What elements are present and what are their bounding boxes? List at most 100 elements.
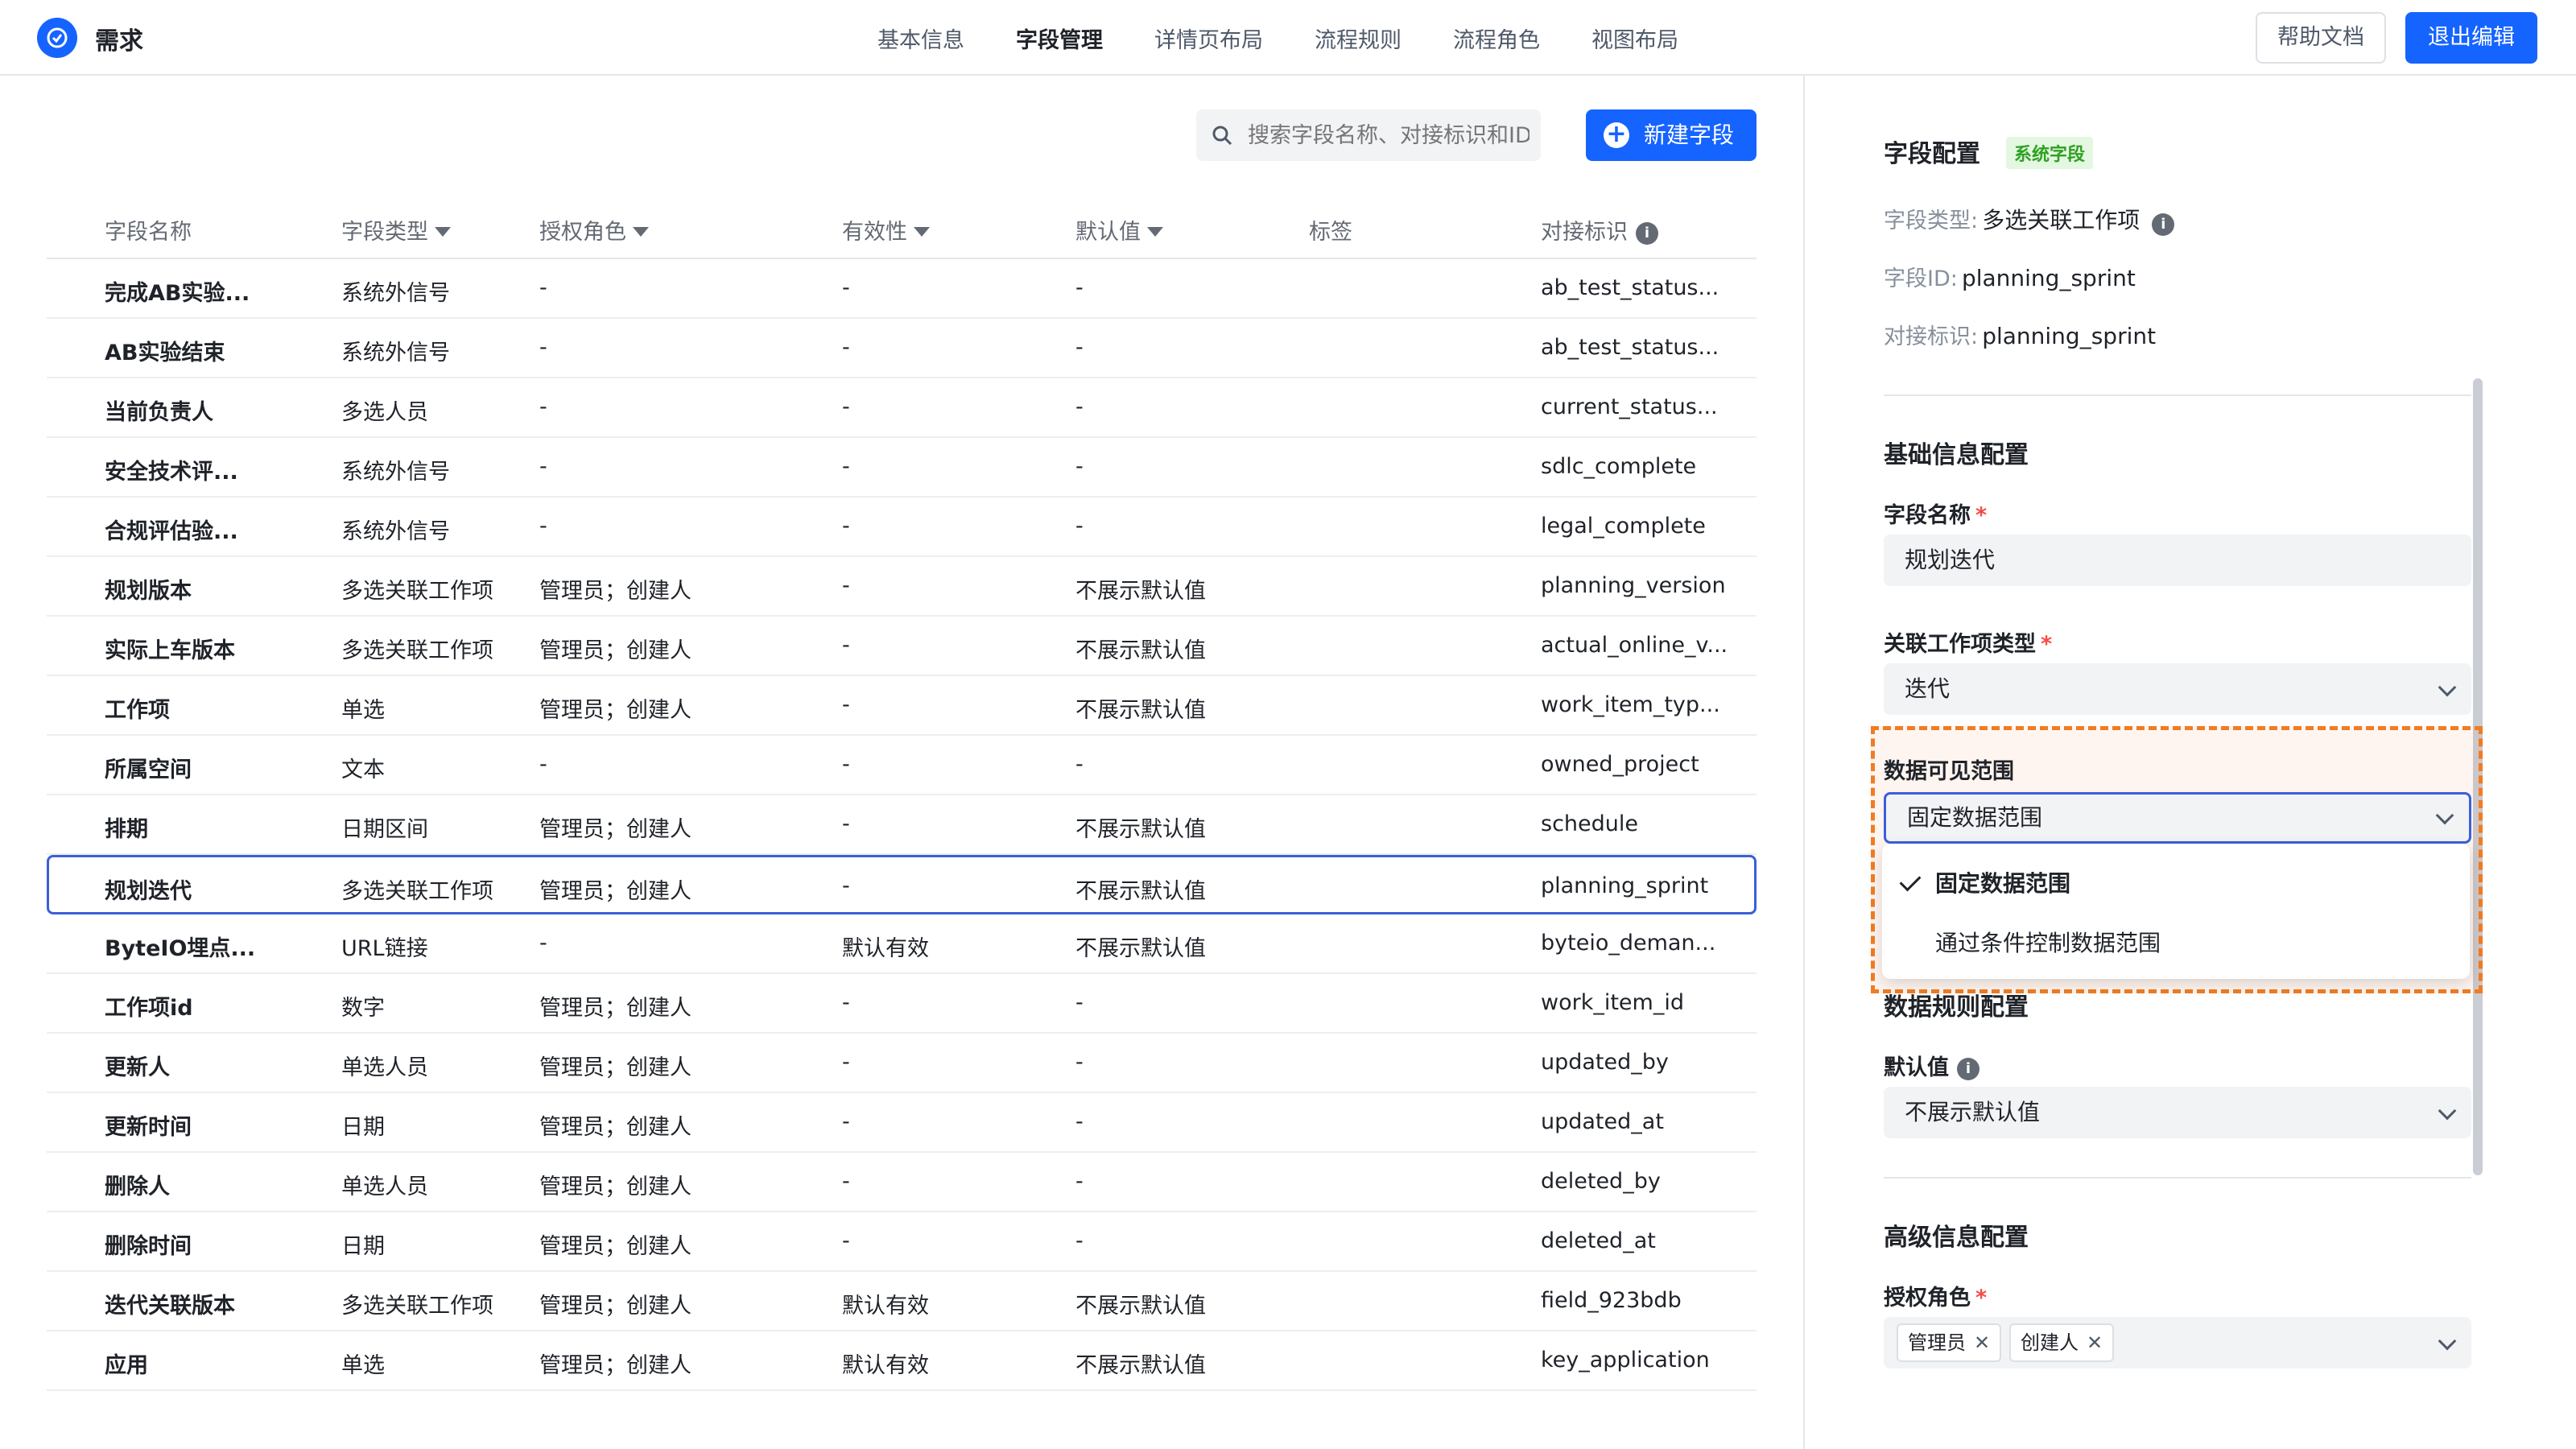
table-cell: 实际上车版本 bbox=[105, 638, 235, 663]
table-row[interactable]: AB实验结束 系统外信号 - - - ab_test_status... bbox=[47, 319, 1757, 378]
table-row[interactable]: 规划迭代 多选关联工作项 管理员；创建人 - 不展示默认值 planning_sprint bbox=[47, 855, 1757, 914]
table-row[interactable]: 完成AB实验... 系统外信号 - - - ab_test_status... bbox=[47, 259, 1757, 319]
col-field-name: 字段名称 bbox=[105, 220, 192, 245]
search-box[interactable] bbox=[1196, 109, 1541, 161]
new-field-button[interactable]: + 新建字段 bbox=[1586, 109, 1757, 161]
col-validity[interactable]: 有效性 bbox=[842, 214, 930, 246]
new-field-label: 新建字段 bbox=[1644, 122, 1735, 148]
filter-icon bbox=[435, 226, 451, 237]
table-cell: - bbox=[842, 990, 850, 1015]
table-cell: - bbox=[1075, 1169, 1084, 1194]
table-row[interactable]: 安全技术评... 系统外信号 - - - sdlc_complete bbox=[47, 438, 1757, 497]
table-row[interactable]: 更新时间 日期 管理员；创建人 - - updated_at bbox=[47, 1093, 1757, 1153]
table-row[interactable]: 规划版本 多选关联工作项 管理员；创建人 - 不展示默认值 planning_versio… bbox=[47, 557, 1757, 617]
close-icon[interactable]: ✕ bbox=[2087, 1331, 2103, 1354]
table-cell: work_item_typ... bbox=[1541, 692, 1720, 717]
search-input[interactable] bbox=[1248, 109, 1530, 161]
table-cell: 多选关联工作项 bbox=[341, 638, 493, 663]
table-row[interactable]: 删除时间 日期 管理员；创建人 - - deleted_at bbox=[47, 1212, 1757, 1272]
scope-option-fixed[interactable]: 固定数据范围 bbox=[1935, 866, 2070, 898]
table-cell: - bbox=[842, 633, 850, 658]
tab-flow-rules[interactable]: 流程规则 bbox=[1315, 23, 1402, 54]
table-cell: updated_by bbox=[1541, 1050, 1669, 1075]
divider bbox=[1884, 1177, 2471, 1179]
table-cell: 管理员；创建人 bbox=[539, 1055, 691, 1080]
table-row[interactable]: 工作项id 数字 管理员；创建人 - - work_item_id bbox=[47, 974, 1757, 1034]
table-row[interactable]: 迭代关联版本 多选关联工作项 管理员；创建人 默认有效 不展示默认值 field_923b… bbox=[47, 1272, 1757, 1331]
table-cell: 单选 bbox=[341, 698, 385, 723]
col-default[interactable]: 默认值 bbox=[1075, 214, 1163, 246]
table-body: 完成AB实验... 系统外信号 - - - ab_test_status... AB实验结束… bbox=[47, 259, 1757, 1391]
table-row[interactable]: 更新人 单选人员 管理员；创建人 - - updated_by bbox=[47, 1034, 1757, 1093]
table-row[interactable]: 删除人 单选人员 管理员；创建人 - - deleted_by bbox=[47, 1153, 1757, 1212]
table-cell: 管理员；创建人 bbox=[539, 1174, 691, 1199]
table-row[interactable]: 合规评估验... 系统外信号 - - - legal_complete bbox=[47, 497, 1757, 557]
system-field-badge: 系统字段 bbox=[2006, 137, 2094, 169]
table-row[interactable]: 所属空间 文本 - - - owned_project bbox=[47, 736, 1757, 795]
col-roles[interactable]: 授权角色 bbox=[539, 214, 649, 246]
table-row[interactable]: ByteIO埋点... URL链接 - 默认有效 不展示默认值 byteio_deman.… bbox=[47, 914, 1757, 974]
table-cell: 工作项 bbox=[105, 698, 170, 723]
table-row[interactable]: 应用 单选 管理员；创建人 默认有效 不展示默认值 key_application bbox=[47, 1331, 1757, 1391]
exit-edit-button[interactable]: 退出编辑 bbox=[2405, 12, 2537, 64]
info-icon: i bbox=[2152, 213, 2175, 236]
table-cell: 系统外信号 bbox=[341, 519, 450, 544]
table-cell: schedule bbox=[1541, 811, 1638, 836]
table-cell: - bbox=[1075, 275, 1084, 300]
tab-field-management[interactable]: 字段管理 bbox=[1016, 23, 1103, 54]
table-row[interactable]: 排期 日期区间 管理员；创建人 - 不展示默认值 schedule bbox=[47, 795, 1757, 855]
scope-select[interactable]: 固定数据范围 bbox=[1884, 792, 2471, 844]
table-cell: 管理员；创建人 bbox=[539, 996, 691, 1021]
tab-view-layout[interactable]: 视图布局 bbox=[1591, 23, 1678, 54]
close-icon[interactable]: ✕ bbox=[1974, 1331, 1990, 1354]
panel-title: 字段配置 bbox=[1884, 140, 1980, 168]
table-cell: 工作项id bbox=[105, 996, 193, 1021]
table-cell: 管理员；创建人 bbox=[539, 1115, 691, 1140]
table-cell: 多选人员 bbox=[341, 400, 428, 425]
table-cell: 不展示默认值 bbox=[1075, 698, 1206, 723]
tab-basic-info[interactable]: 基本信息 bbox=[877, 23, 964, 54]
table-cell: actual_online_v... bbox=[1541, 633, 1728, 658]
col-field-type[interactable]: 字段类型 bbox=[341, 214, 451, 246]
table-cell: 系统外信号 bbox=[341, 341, 450, 365]
role-tag-creator: 创建人 ✕ bbox=[2009, 1323, 2115, 1362]
table-cell: 系统外信号 bbox=[341, 460, 450, 485]
scope-option-conditional[interactable]: 通过条件控制数据范围 bbox=[1935, 926, 2161, 958]
app-title: 需求 bbox=[95, 27, 143, 56]
table-cell: owned_project bbox=[1541, 752, 1699, 777]
table-cell: 不展示默认值 bbox=[1075, 1353, 1206, 1378]
field-name-input[interactable]: 规划迭代 bbox=[1884, 535, 2471, 586]
table-cell: 数字 bbox=[341, 996, 385, 1021]
rel-type-select[interactable]: 迭代 bbox=[1884, 663, 2471, 715]
table-row[interactable]: 工作项 单选 管理员；创建人 - 不展示默认值 work_item_typ... bbox=[47, 676, 1757, 736]
table-cell: - bbox=[539, 275, 547, 300]
table-cell: 安全技术评... bbox=[105, 460, 238, 485]
basic-config-title: 基础信息配置 bbox=[1884, 441, 2029, 469]
table-cell: 管理员；创建人 bbox=[539, 879, 691, 904]
tab-detail-layout[interactable]: 详情页布局 bbox=[1154, 23, 1263, 54]
table-cell: - bbox=[842, 1109, 850, 1134]
table-cell: byteio_deman... bbox=[1541, 931, 1716, 956]
table-cell: - bbox=[842, 514, 850, 539]
table-row[interactable]: 实际上车版本 多选关联工作项 管理员；创建人 - 不展示默认值 actual_online… bbox=[47, 617, 1757, 676]
table-cell: 不展示默认值 bbox=[1075, 1294, 1206, 1319]
table-cell: - bbox=[1075, 454, 1084, 479]
table-cell: 排期 bbox=[105, 817, 148, 842]
table-cell: 单选人员 bbox=[341, 1055, 428, 1080]
table-cell: field_923bdb bbox=[1541, 1288, 1682, 1313]
table-cell: - bbox=[842, 454, 850, 479]
table-cell: 不展示默认值 bbox=[1075, 579, 1206, 604]
table-cell: - bbox=[1075, 394, 1084, 419]
table-cell: 默认有效 bbox=[842, 1353, 929, 1378]
default-select[interactable]: 不展示默认值 bbox=[1884, 1087, 2471, 1138]
table-cell: - bbox=[1075, 514, 1084, 539]
advanced-config-title: 高级信息配置 bbox=[1884, 1224, 2029, 1252]
table-cell: 日期 bbox=[341, 1234, 385, 1259]
table-cell: 默认有效 bbox=[842, 1294, 929, 1319]
tab-flow-roles[interactable]: 流程角色 bbox=[1453, 23, 1540, 54]
default-label: 默认值 i bbox=[1884, 1050, 1979, 1081]
table-row[interactable]: 当前负责人 多选人员 - - - current_status... bbox=[47, 378, 1757, 438]
help-docs-button[interactable]: 帮助文档 bbox=[2256, 12, 2386, 64]
table-cell: 日期 bbox=[341, 1115, 385, 1140]
chevron-down-icon bbox=[2438, 1331, 2457, 1351]
